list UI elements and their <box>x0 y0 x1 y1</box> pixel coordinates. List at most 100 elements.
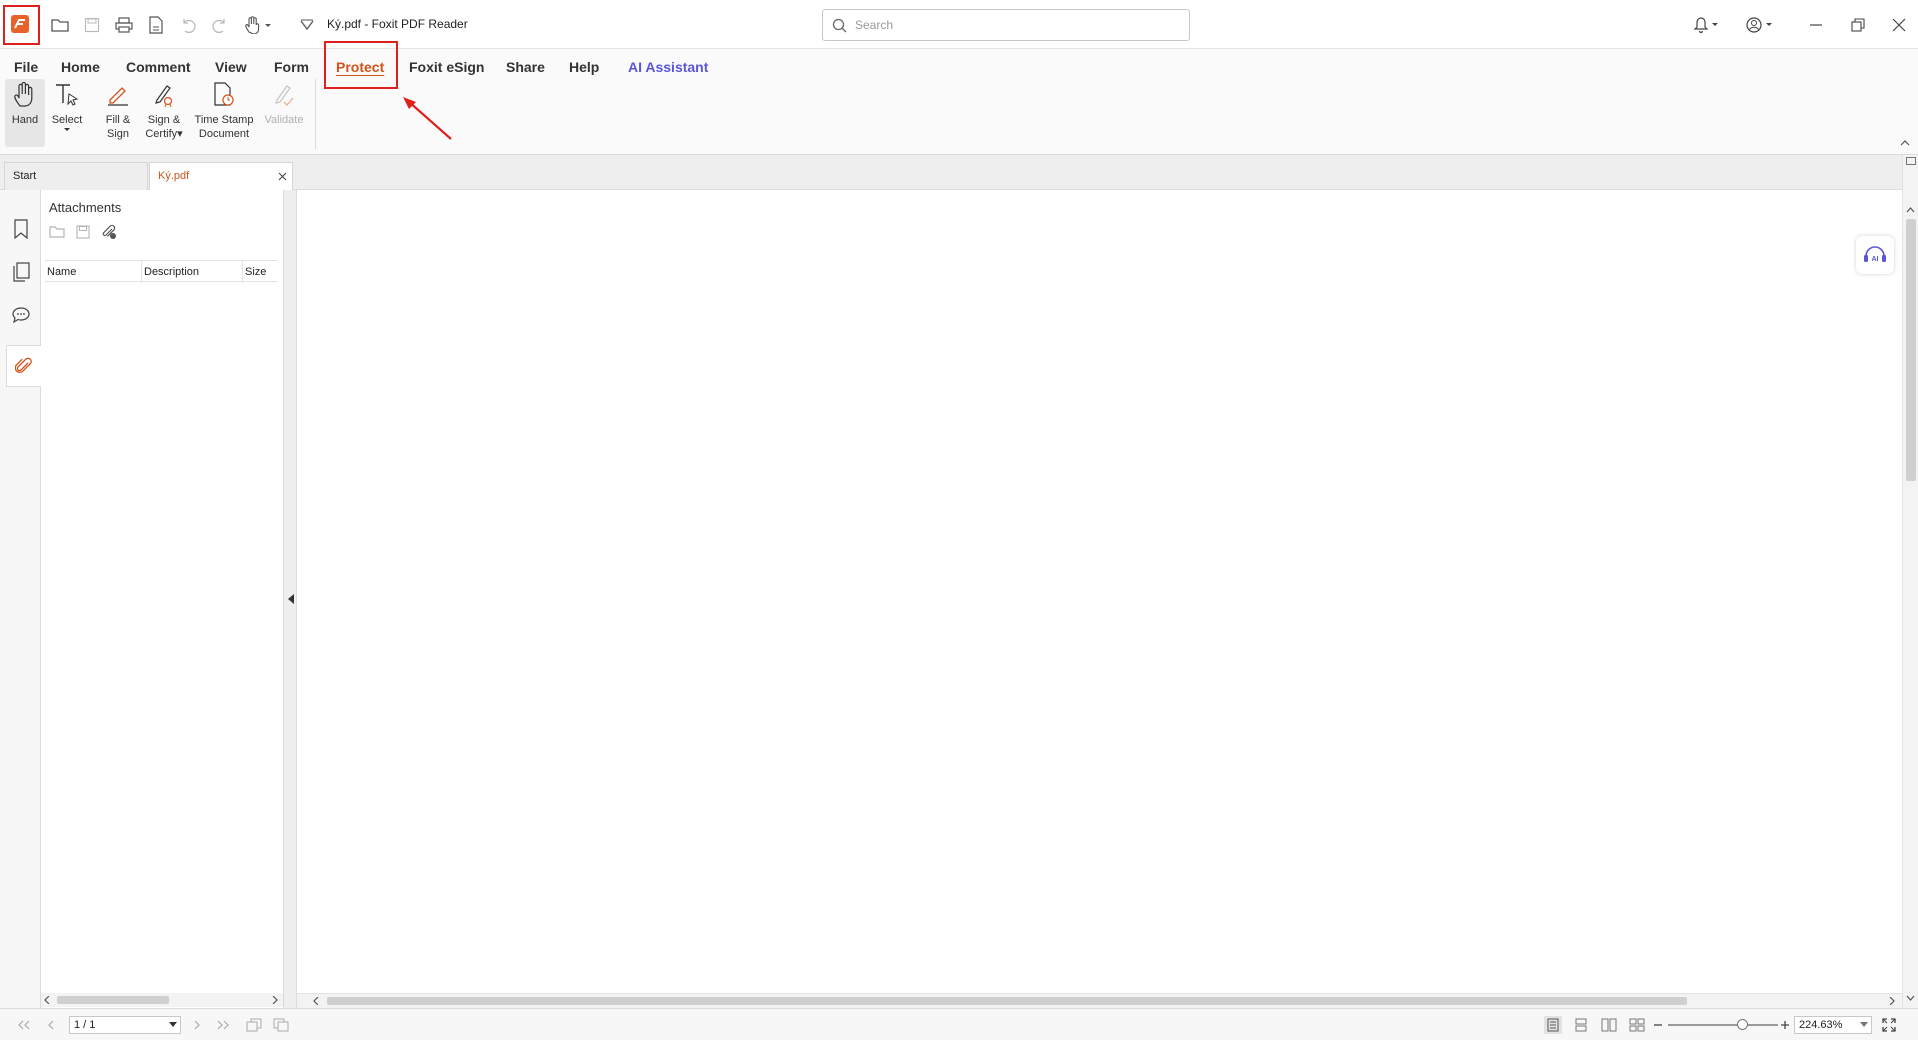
time-stamp-label-line2: Document <box>198 128 250 140</box>
ribbon-divider <box>315 79 316 149</box>
last-page-icon[interactable] <box>214 1016 232 1034</box>
zoom-percentage-field[interactable]: 224.63% <box>1794 1016 1872 1034</box>
redo-icon[interactable] <box>208 13 232 37</box>
select-dropdown-icon[interactable] <box>63 127 71 133</box>
attachments-scroll-thumb[interactable] <box>57 996 169 1004</box>
continuous-view-icon[interactable] <box>1572 1016 1590 1034</box>
open-folder-icon[interactable] <box>48 13 72 37</box>
tab-comment[interactable]: Comment <box>126 55 191 79</box>
select-tool-button[interactable]: Select <box>48 79 86 133</box>
hand-tool-label: Hand <box>11 114 39 126</box>
document-properties-icon[interactable] <box>144 13 168 37</box>
attachments-paperclip-icon[interactable] <box>6 345 41 387</box>
previous-page-icon[interactable] <box>42 1016 60 1034</box>
fill-sign-label-line2: Sign <box>106 128 130 140</box>
hand-tool-dropdown-icon[interactable] <box>242 13 274 37</box>
zoom-in-icon[interactable] <box>1779 1016 1791 1034</box>
zoom-slider-knob[interactable] <box>1737 1019 1749 1030</box>
column-header-size[interactable]: Size <box>243 261 277 283</box>
hand-tool-button[interactable]: Hand <box>5 79 45 147</box>
continuous-facing-view-icon[interactable] <box>1628 1016 1646 1034</box>
customize-toolbar-icon[interactable] <box>295 13 319 37</box>
tab-ai-assistant[interactable]: AI Assistant <box>628 55 708 79</box>
account-icon[interactable] <box>1740 10 1780 40</box>
doc-scroll-left-icon[interactable] <box>313 997 319 1005</box>
next-view-icon[interactable] <box>272 1016 290 1034</box>
column-header-name[interactable]: Name <box>45 261 142 283</box>
doc-scroll-right-icon[interactable] <box>1889 997 1895 1005</box>
document-view[interactable] <box>297 190 1902 993</box>
document-horizontal-scroll-thumb[interactable] <box>327 997 1687 1005</box>
add-attachment-icon[interactable] <box>100 223 118 241</box>
time-stamp-document-button[interactable]: Time Stamp Document <box>193 79 255 141</box>
highlight-box-protect-tab <box>324 41 398 89</box>
highlight-box-app-logo <box>3 5 40 45</box>
validate-button[interactable]: Validate <box>262 79 306 127</box>
attachments-panel-title: Attachments <box>49 200 122 215</box>
sign-certify-label-line2: Certify▾ <box>145 128 183 140</box>
close-window-icon[interactable] <box>1884 10 1914 40</box>
single-page-view-icon[interactable] <box>1544 1016 1562 1034</box>
tab-share[interactable]: Share <box>506 55 545 79</box>
previous-view-icon[interactable] <box>245 1016 263 1034</box>
facing-view-icon[interactable] <box>1600 1016 1618 1034</box>
doc-tab-ky-pdf-label: Ký.pdf <box>158 170 190 182</box>
save-icon[interactable] <box>80 13 104 37</box>
page-number-value: 1 / 1 <box>74 1019 96 1031</box>
sign-certify-icon <box>148 79 180 111</box>
tab-view[interactable]: View <box>215 55 247 79</box>
scroll-left-icon[interactable] <box>44 996 50 1004</box>
open-attachment-icon[interactable] <box>48 223 66 241</box>
tab-help[interactable]: Help <box>569 55 599 79</box>
select-tool-label: Select <box>51 114 83 126</box>
scroll-up-icon[interactable] <box>1906 207 1915 213</box>
page-nav-small-icon[interactable] <box>1906 157 1916 165</box>
sign-certify-button[interactable]: Sign & Certify▾ <box>143 79 185 141</box>
tab-foxit-esign[interactable]: Foxit eSign <box>409 55 484 79</box>
close-tab-icon[interactable] <box>278 172 287 181</box>
tab-home[interactable]: Home <box>61 55 100 79</box>
page-number-field[interactable]: 1 / 1 <box>69 1016 181 1034</box>
bookmarks-icon[interactable] <box>6 212 36 246</box>
full-screen-icon[interactable] <box>1880 1016 1898 1034</box>
zoom-slider[interactable] <box>1668 1019 1778 1030</box>
collapse-panel-icon[interactable] <box>288 594 294 604</box>
document-horizontal-scrollbar[interactable] <box>297 993 1902 1008</box>
ribbon: File Home Comment View Form Protect Foxi… <box>0 49 1918 155</box>
column-header-description[interactable]: Description <box>142 261 243 283</box>
pages-thumbnails-icon[interactable] <box>6 255 36 289</box>
window-title: Ký.pdf - Foxit PDF Reader <box>327 17 468 31</box>
search-icon <box>832 18 847 33</box>
scroll-right-icon[interactable] <box>272 996 278 1004</box>
save-attachment-icon[interactable] <box>74 223 92 241</box>
zoom-out-icon[interactable] <box>1652 1016 1664 1034</box>
page-dropdown-icon[interactable] <box>169 1022 177 1027</box>
search-input[interactable] <box>855 17 1175 33</box>
attachments-panel: Attachments Name Description Size <box>41 190 283 1008</box>
search-box[interactable] <box>822 9 1190 41</box>
doc-tab-start[interactable]: Start <box>4 162 148 190</box>
sign-certify-label-line1: Sign & <box>147 114 181 126</box>
undo-icon[interactable] <box>176 13 200 37</box>
scroll-down-icon[interactable] <box>1906 995 1915 1001</box>
panel-splitter[interactable] <box>283 190 297 1008</box>
document-vertical-scroll-thumb[interactable] <box>1906 219 1916 481</box>
ai-assistant-float-button[interactable]: AI <box>1856 236 1894 274</box>
restore-icon[interactable] <box>1843 10 1873 40</box>
tab-form[interactable]: Form <box>274 55 309 79</box>
doc-tab-ky-pdf[interactable]: Ký.pdf <box>149 162 293 190</box>
document-vertical-scrollbar[interactable] <box>1902 155 1918 1008</box>
attachments-horizontal-scrollbar[interactable] <box>41 993 283 1007</box>
notification-bell-icon[interactable] <box>1686 10 1726 40</box>
comments-icon[interactable] <box>6 298 36 332</box>
minimize-icon[interactable] <box>1801 10 1831 40</box>
hand-icon <box>9 79 41 111</box>
fill-sign-label-line1: Fill & <box>105 114 131 126</box>
tab-file[interactable]: File <box>14 55 38 79</box>
first-page-icon[interactable] <box>15 1016 33 1034</box>
fill-sign-button[interactable]: Fill & Sign <box>98 79 138 141</box>
print-icon[interactable] <box>112 13 136 37</box>
collapse-ribbon-icon[interactable] <box>1900 139 1910 147</box>
zoom-dropdown-icon[interactable] <box>1860 1022 1868 1027</box>
next-page-icon[interactable] <box>188 1016 206 1034</box>
